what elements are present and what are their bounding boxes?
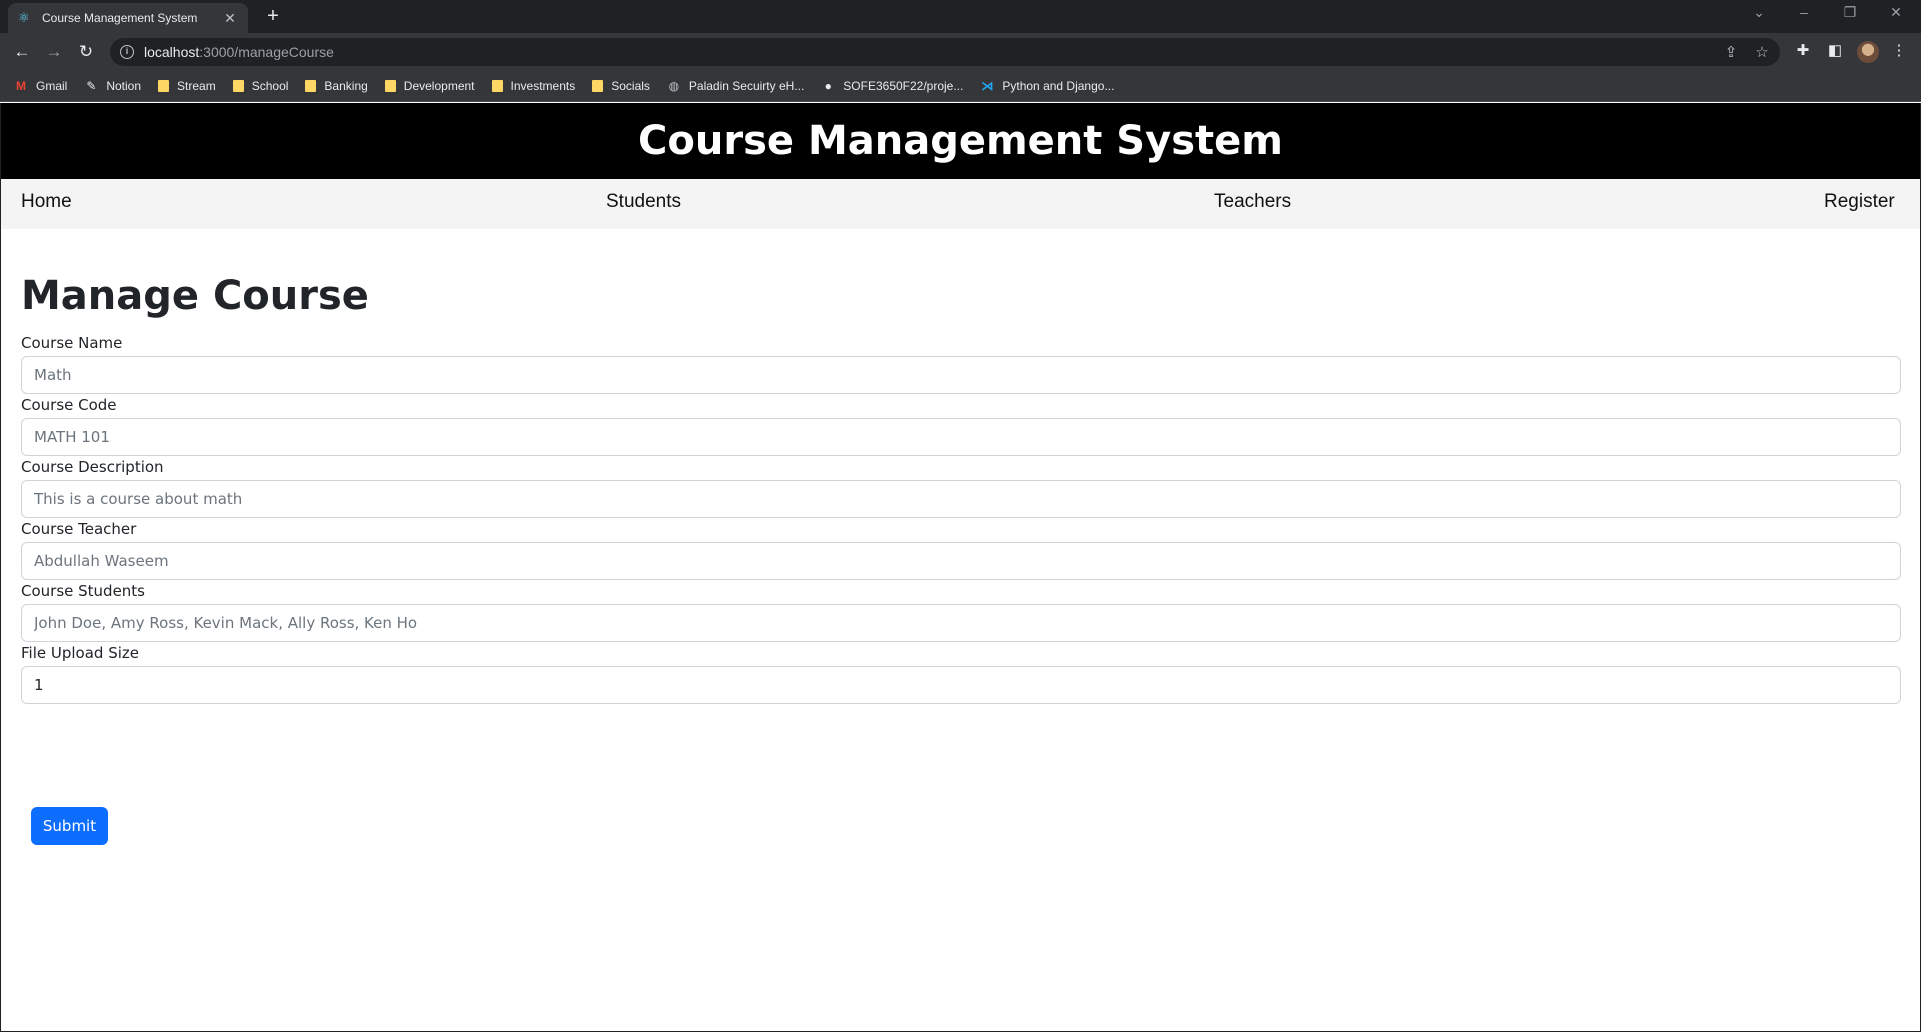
bookmark-label: Development: [403, 78, 475, 93]
bookmark-banking[interactable]: Banking: [305, 78, 368, 93]
course-code-input[interactable]: [21, 418, 1901, 456]
bookmark-school[interactable]: School: [232, 78, 289, 93]
forward-button[interactable]: →: [42, 40, 66, 64]
restore-button[interactable]: ❐: [1838, 4, 1862, 21]
browser-tab[interactable]: ⚛ Course Management System ✕: [8, 3, 248, 33]
browser-toolbar: ← → ↻ i localhost:3000/manageCourse ⇪ ☆ …: [0, 33, 1921, 70]
reload-button[interactable]: ↻: [74, 40, 98, 64]
tab-search-icon[interactable]: ⌄: [1747, 4, 1771, 21]
main-nav: Home Students Teachers Register: [1, 179, 1920, 229]
bookmark-stream[interactable]: Stream: [158, 79, 216, 93]
minimize-button[interactable]: –: [1792, 4, 1816, 20]
folder-icon: [384, 79, 396, 92]
gmail-icon: M: [16, 78, 26, 93]
globe-icon: ◍: [668, 78, 680, 93]
bookmark-development[interactable]: Development: [384, 78, 475, 93]
course-name-group: Course Name: [21, 333, 1901, 395]
nav-students[interactable]: Students: [606, 191, 681, 213]
back-button[interactable]: ←: [10, 40, 34, 64]
info-icon[interactable]: i: [120, 45, 134, 59]
react-icon: ⚛: [18, 10, 30, 25]
folder-icon: [232, 79, 244, 92]
course-description-label: Course Description: [21, 458, 164, 476]
course-code-group: Course Code: [21, 395, 1901, 457]
nav-home[interactable]: Home: [21, 191, 72, 213]
course-teacher-input[interactable]: [21, 542, 1901, 580]
course-name-label: Course Name: [21, 334, 123, 352]
bookmark-label: Paladin Secuirty eH...: [688, 78, 805, 93]
manage-course-form: Manage Course Course Name Course Code Co…: [21, 271, 1901, 845]
submit-button[interactable]: Submit: [31, 807, 108, 845]
browser-tab-bar: ⚛ Course Management System ✕ + ⌄ – ❐ ✕: [0, 0, 1921, 33]
side-panel-icon[interactable]: ◧: [1824, 41, 1846, 59]
bookmark-label: Gmail: [36, 78, 68, 93]
new-tab-button[interactable]: +: [262, 5, 284, 27]
bookmark-label: Stream: [177, 78, 216, 93]
folder-icon: [491, 79, 503, 92]
course-code-label: Course Code: [21, 396, 117, 414]
course-description-input[interactable]: [21, 480, 1901, 518]
bookmark-label: Notion: [106, 78, 142, 93]
bookmark-label: Banking: [324, 78, 368, 93]
menu-icon[interactable]: ⋮: [1888, 41, 1910, 59]
course-teacher-group: Course Teacher: [21, 519, 1901, 581]
course-students-input[interactable]: [21, 604, 1901, 642]
bookmark-github[interactable]: ● SOFE3650F22/proje...: [821, 78, 964, 93]
bookmark-notion[interactable]: ✎ Notion: [84, 79, 141, 93]
file-upload-size-input[interactable]: [21, 666, 1901, 704]
profile-avatar[interactable]: [1857, 41, 1879, 63]
bookmark-label: School: [251, 78, 289, 93]
bookmark-label: Socials: [611, 78, 650, 93]
course-teacher-label: Course Teacher: [21, 520, 137, 538]
course-students-label: Course Students: [21, 582, 145, 600]
bookmark-star-icon[interactable]: ☆: [1751, 43, 1773, 61]
share-icon[interactable]: ⇪: [1720, 43, 1742, 61]
page-title: Manage Course: [21, 273, 369, 319]
github-icon: ●: [824, 78, 832, 93]
page-viewport: Course Management System Home Students T…: [0, 103, 1921, 1032]
course-description-group: Course Description: [21, 457, 1901, 519]
folder-icon: [158, 79, 170, 92]
app-title: Course Management System: [638, 118, 1283, 164]
bookmark-investments[interactable]: Investments: [491, 78, 576, 93]
file-upload-size-group: File Upload Size: [21, 643, 1901, 705]
folder-icon: [305, 79, 317, 92]
url-host: localhost: [144, 44, 200, 60]
extensions-icon[interactable]: ✚: [1792, 41, 1814, 59]
close-window-button[interactable]: ✕: [1884, 4, 1908, 21]
close-tab-icon[interactable]: ✕: [222, 10, 238, 27]
address-bar[interactable]: i localhost:3000/manageCourse ⇪ ☆: [110, 38, 1780, 66]
tab-title: Course Management System: [42, 11, 198, 25]
app-header: Course Management System: [1, 103, 1920, 179]
nav-register[interactable]: Register: [1824, 191, 1895, 213]
bookmark-socials[interactable]: Socials: [592, 79, 650, 93]
bookmark-label: Python and Django...: [1002, 78, 1115, 93]
folder-icon: [592, 79, 604, 92]
bookmark-gmail[interactable]: M Gmail: [14, 79, 67, 93]
bookmark-vscode[interactable]: ⋊ Python and Django...: [980, 79, 1114, 93]
course-students-group: Course Students: [21, 581, 1901, 643]
bookmark-label: SOFE3650F22/proje...: [843, 78, 964, 93]
bookmark-label: Investments: [510, 78, 576, 93]
nav-teachers[interactable]: Teachers: [1214, 191, 1291, 213]
bookmark-paladin[interactable]: ◍ Paladin Secuirty eH...: [667, 78, 805, 93]
file-upload-size-label: File Upload Size: [21, 644, 139, 662]
vscode-icon: ⋊: [981, 78, 994, 93]
bookmarks-bar: M Gmail ✎ Notion Stream School Banking D…: [0, 70, 1921, 102]
url-path: :3000/manageCourse: [199, 44, 334, 60]
course-name-input[interactable]: [21, 356, 1901, 394]
notion-icon: ✎: [86, 78, 97, 93]
